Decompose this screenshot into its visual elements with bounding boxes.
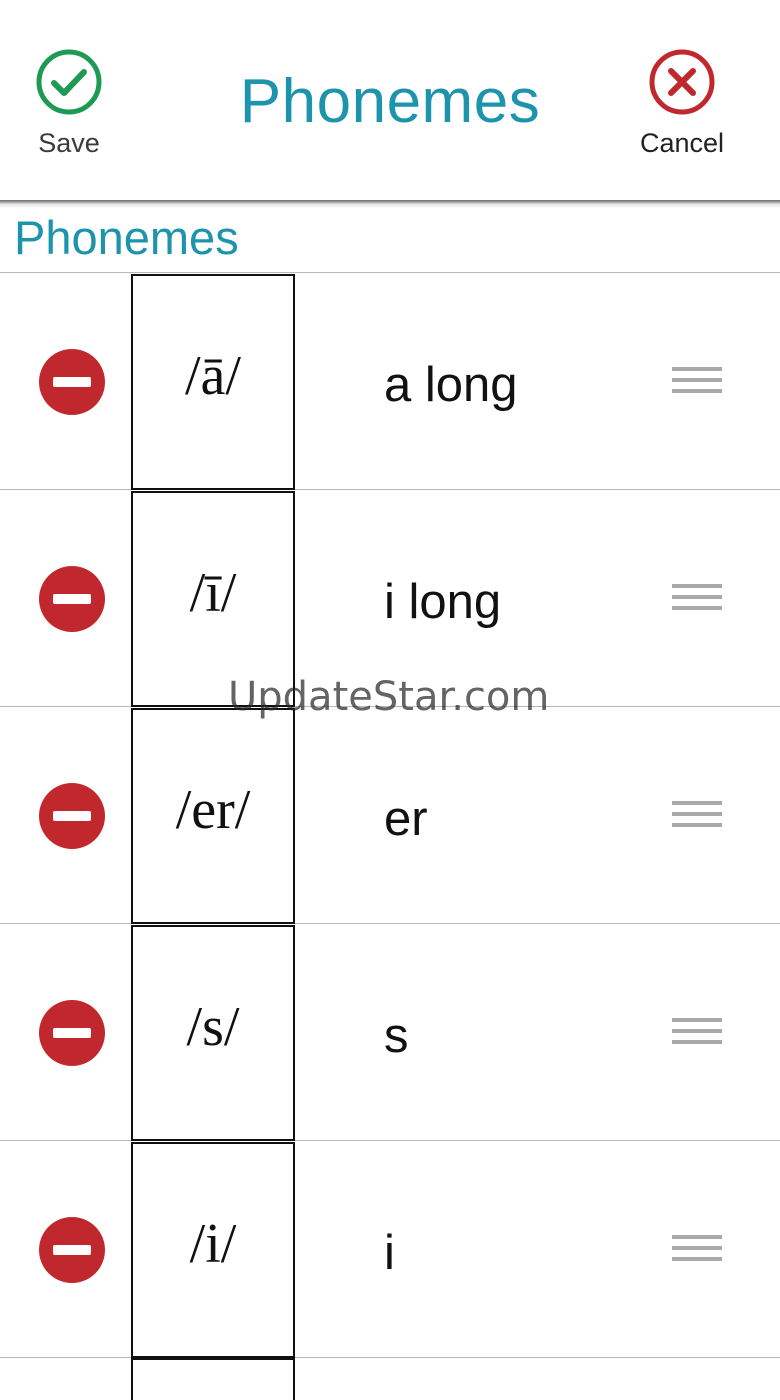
phoneme-name: i long [384, 575, 502, 629]
phoneme-symbol-box[interactable]: /ā/ [131, 274, 295, 490]
phoneme-row: /ā/ a long [0, 273, 780, 490]
phoneme-row: /s/ s [0, 924, 780, 1141]
remove-button[interactable] [39, 1000, 105, 1066]
drag-handle-icon[interactable] [672, 801, 722, 831]
phoneme-row: /i/ i [0, 1141, 780, 1358]
phoneme-row: /er/ er [0, 707, 780, 924]
remove-button[interactable] [39, 566, 105, 632]
phoneme-symbol-box[interactable]: /s/ [131, 925, 295, 1141]
check-circle-icon [36, 49, 102, 115]
x-circle-icon [649, 49, 715, 115]
save-button[interactable]: Save [9, 48, 129, 168]
drag-handle-icon[interactable] [672, 584, 722, 614]
phoneme-symbol-box[interactable]: /er/ [131, 708, 295, 924]
remove-button[interactable] [39, 349, 105, 415]
page-title: Phonemes [239, 67, 541, 136]
minus-circle-icon [39, 349, 105, 415]
minus-circle-icon [39, 1000, 105, 1066]
phoneme-symbol: /ā/ [185, 345, 241, 407]
watermark: UpdateStar.com [228, 674, 550, 720]
remove-button[interactable] [39, 1217, 105, 1283]
phoneme-symbol: /s/ [186, 996, 240, 1058]
phoneme-name: a long [384, 358, 518, 412]
phoneme-list: /ā/ a long /ī/ i long /er/ er /s/ s /i/ … [0, 272, 780, 1358]
minus-circle-icon [39, 783, 105, 849]
cancel-button[interactable]: Cancel [622, 48, 742, 168]
phoneme-name: i [384, 1226, 395, 1280]
section-title: Phonemes [14, 211, 239, 264]
phoneme-symbol-box-partial [131, 1358, 295, 1400]
phoneme-symbol-box[interactable]: /i/ [131, 1142, 295, 1358]
drag-handle-icon[interactable] [672, 367, 722, 397]
minus-circle-icon [39, 1217, 105, 1283]
phoneme-symbol: /ī/ [189, 562, 237, 624]
save-label: Save [38, 128, 100, 158]
drag-handle-icon[interactable] [672, 1235, 722, 1265]
remove-button[interactable] [39, 783, 105, 849]
minus-circle-icon [39, 566, 105, 632]
phoneme-symbol: /er/ [175, 779, 251, 841]
phoneme-name: s [384, 1009, 409, 1063]
cancel-label: Cancel [639, 128, 725, 158]
header-shadow [0, 200, 780, 208]
drag-handle-icon[interactable] [672, 1018, 722, 1048]
phoneme-name: er [384, 792, 428, 846]
header-bar: Save Phonemes Cancel [0, 0, 780, 200]
phoneme-symbol: /i/ [189, 1213, 237, 1275]
